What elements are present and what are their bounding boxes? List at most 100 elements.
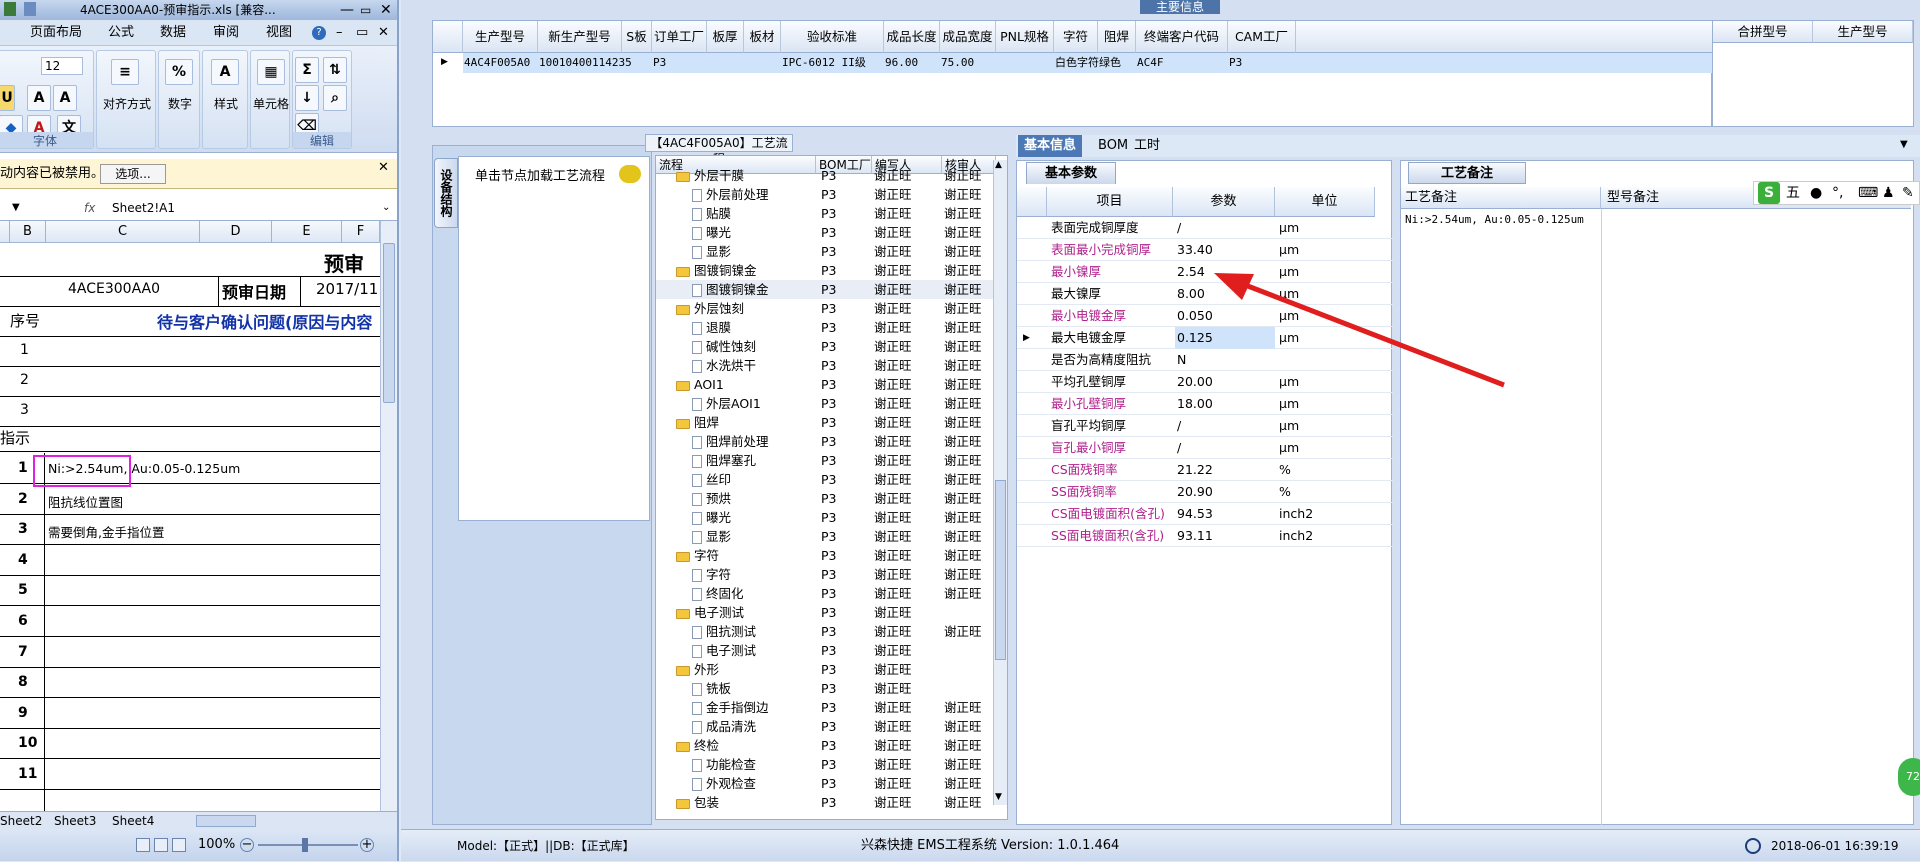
param-row[interactable]: SS面残铜率 20.90%	[1017, 481, 1393, 503]
sheet-vertical-scrollbar[interactable]	[380, 221, 397, 811]
param-value[interactable]: 21.22	[1175, 459, 1275, 481]
grid-header-6[interactable]: 验收标准	[781, 21, 884, 53]
param-value[interactable]: 20.90	[1175, 481, 1275, 503]
tree-row[interactable]: 外层AOI1 P3 谢正旺 谢正旺	[656, 394, 996, 413]
align-icon[interactable]: ≡	[111, 59, 139, 85]
tree-row[interactable]: 外层前处理 P3 谢正旺 谢正旺	[656, 185, 996, 204]
instruction-row-number[interactable]: 11	[18, 766, 37, 782]
params-header-unit[interactable]: 单位	[1275, 187, 1375, 217]
help-icon[interactable]: ?	[312, 26, 326, 40]
tree-node-name[interactable]: 字符	[676, 546, 719, 565]
instruction-row-number[interactable]: 5	[18, 582, 28, 598]
column-header-f[interactable]: F	[342, 221, 380, 243]
grid-header-7[interactable]: 成品长度	[884, 21, 940, 53]
cells-label[interactable]: 单元格	[251, 95, 291, 112]
tab-review[interactable]: 审阅	[213, 20, 239, 46]
shrink-font-button[interactable]: A	[53, 85, 77, 111]
floating-widget[interactable]: 72	[1898, 758, 1920, 796]
grid-cell-10[interactable]: 白色字符	[1055, 53, 1099, 73]
grid-cell-9[interactable]	[997, 53, 1055, 73]
tree-node-name[interactable]: 阻焊塞孔	[692, 451, 756, 470]
tree-node-name[interactable]: 外层前处理	[692, 185, 769, 204]
ime-mode-indicator[interactable]: 五	[1786, 182, 1800, 204]
underline-button[interactable]: U	[0, 85, 15, 111]
grid-cell-7[interactable]: 96.00	[885, 53, 941, 73]
instruction-row-number[interactable]: 10	[18, 735, 37, 751]
grid-cell-1[interactable]: 10010400114235	[539, 53, 632, 73]
tree-row[interactable]: 外层干膜 P3 谢正旺 谢正旺	[656, 166, 996, 185]
tree-row[interactable]: 水洗烘干 P3 谢正旺 谢正旺	[656, 356, 996, 375]
tree-node-name[interactable]: 电子测试	[676, 603, 744, 622]
param-row[interactable]: 最小孔壁铜厚 18.00 μm	[1017, 393, 1393, 415]
namebox-dropdown-icon[interactable]: ▼	[12, 197, 20, 219]
tree-node-name[interactable]: 阻焊前处理	[692, 432, 769, 451]
tree-row[interactable]: 退膜 P3 谢正旺 谢正旺	[656, 318, 996, 337]
zoom-level[interactable]: 100%	[198, 829, 235, 861]
grid-header-8[interactable]: 成品宽度	[940, 21, 996, 53]
grid-cell-2[interactable]	[623, 53, 653, 73]
part-number-cell[interactable]: 4ACE300AA0	[68, 281, 160, 297]
tree-row[interactable]: 外形 P3 谢正旺	[656, 660, 996, 679]
grid-header-1[interactable]: 新生产型号	[538, 21, 622, 53]
tree-node-name[interactable]: 贴膜	[692, 204, 731, 223]
grid-header-11[interactable]: 阻焊	[1098, 21, 1136, 53]
tree-row[interactable]: 贴膜 P3 谢正旺 谢正旺	[656, 204, 996, 223]
grid-header-10[interactable]: 字符	[1054, 21, 1098, 53]
production-model-header[interactable]: 生产型号	[1813, 21, 1913, 43]
ribbon-restore-icon[interactable]: ▭	[356, 20, 368, 46]
font-size-select[interactable]: 12	[41, 57, 83, 75]
tree-row[interactable]: 外层蚀刻 P3 谢正旺 谢正旺	[656, 299, 996, 318]
tree-node-name[interactable]: 包装	[676, 793, 719, 812]
grid-header-13[interactable]: CAM工厂	[1228, 21, 1296, 53]
fx-icon[interactable]: fx	[84, 197, 95, 219]
tree-row[interactable]: 阻抗测试 P3 谢正旺 谢正旺	[656, 622, 996, 641]
formula-expand-icon[interactable]: ⌄	[382, 197, 390, 219]
worksheet[interactable]: B C D E F 预审 4ACE300AA0 预审日期 2017/11 序号 …	[0, 221, 380, 811]
page-break-view-icon[interactable]	[172, 838, 186, 852]
tree-node-name[interactable]: 外层AOI1	[692, 394, 761, 413]
params-header-value[interactable]: 参数	[1173, 187, 1275, 217]
scroll-up-icon[interactable]: ▲	[995, 160, 1002, 170]
tree-node-name[interactable]: 金手指倒边	[692, 698, 769, 717]
param-row[interactable]: 表面最小完成铜厚 33.40 μm	[1017, 239, 1393, 261]
tree-node-name[interactable]: 字符	[692, 565, 731, 584]
tree-row[interactable]: 字符 P3 谢正旺 谢正旺	[656, 546, 996, 565]
tree-row[interactable]: 终检 P3 谢正旺 谢正旺	[656, 736, 996, 755]
param-row[interactable]: 盲孔最小铜厚 / μm	[1017, 437, 1393, 459]
merge-model-header[interactable]: 合拼型号	[1713, 21, 1813, 43]
number-label[interactable]: 数字	[159, 95, 201, 112]
normal-view-icon[interactable]	[136, 838, 150, 852]
find-icon[interactable]: ⌕	[323, 85, 347, 111]
tree-node-name[interactable]: 曝光	[692, 508, 731, 527]
tab-formulas[interactable]: 公式	[108, 20, 134, 46]
sheet-tab-sheet4[interactable]: Sheet4	[112, 812, 154, 830]
tree-row[interactable]: 图镀铜镍金 P3 谢正旺 谢正旺	[656, 280, 996, 299]
tree-row[interactable]: 字符 P3 谢正旺 谢正旺	[656, 565, 996, 584]
instruction-row-number[interactable]: 3	[18, 521, 28, 537]
tree-node-name[interactable]: 阻抗测试	[692, 622, 756, 641]
tree-row[interactable]: 终固化 P3 谢正旺 谢正旺	[656, 584, 996, 603]
tree-node-name[interactable]: 显影	[692, 527, 731, 546]
maximize-icon[interactable]: ▭	[360, 0, 371, 20]
zoom-out-icon[interactable]: −	[240, 838, 254, 852]
param-value[interactable]: /	[1175, 437, 1275, 459]
sogou-ime-icon[interactable]: S	[1758, 182, 1780, 204]
grid-cell-3[interactable]: P3	[653, 53, 708, 73]
tree-row[interactable]: AOI1 P3 谢正旺 谢正旺	[656, 375, 996, 394]
tree-row[interactable]: 金手指倒边 P3 谢正旺 谢正旺	[656, 698, 996, 717]
tree-vertical-scrollbar[interactable]: ▲ ▼	[993, 160, 1007, 805]
column-header-e[interactable]: E	[272, 221, 342, 243]
tree-node-name[interactable]: 外层蚀刻	[676, 299, 744, 318]
top-row-number[interactable]: 2	[20, 372, 29, 388]
tree-node-name[interactable]: 图镀铜镍金	[676, 261, 757, 280]
tree-row[interactable]: 碱性蚀刻 P3 谢正旺 谢正旺	[656, 337, 996, 356]
tree-row[interactable]: 显影 P3 谢正旺 谢正旺	[656, 242, 996, 261]
instruction-section-label[interactable]: 指示	[0, 427, 30, 448]
instruction-row-number[interactable]: 9	[18, 705, 28, 721]
tree-node-name[interactable]: 预烘	[692, 489, 731, 508]
load-process-hint[interactable]: 单击节点加载工艺流程	[475, 165, 605, 184]
grid-cell-11[interactable]: 绿色	[1099, 53, 1137, 73]
main-info-grid[interactable]: 生产型号 新生产型号 S板 订单工厂 板厚 板材 验收标准 成品长度 成品宽度 PNL规格 字符 阻焊…	[432, 20, 1713, 127]
tab-work-hours[interactable]: 工时	[1128, 135, 1166, 157]
align-label[interactable]: 对齐方式	[99, 95, 155, 112]
